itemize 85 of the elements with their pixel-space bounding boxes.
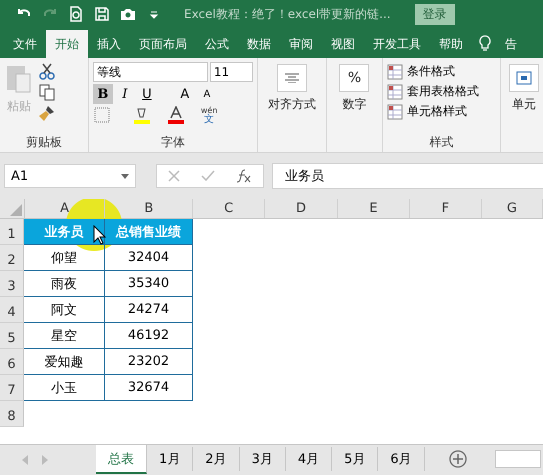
add-sheet-icon[interactable] [448,450,467,468]
table-cell: 雨夜 [24,271,105,297]
sheet-tab[interactable]: 5月 [332,447,378,471]
caret-icon [121,174,129,178]
camera-icon[interactable] [120,6,136,22]
phonetic-button[interactable]: wén 文 [200,106,218,124]
ribbon-tab[interactable]: 开发工具 [364,30,430,58]
row-header[interactable]: 4 [0,297,24,323]
column-header[interactable]: C [193,199,266,218]
table-cell: 爱知趣 [24,349,105,375]
group-label: 样式 [428,134,455,151]
row-header[interactable]: 5 [0,323,24,349]
ribbon-tab[interactable]: 插入 [88,30,130,58]
window-title: Excel教程：绝了！excel带更新的链... [184,6,391,22]
ribbon-tab[interactable]: 数据 [238,30,280,58]
horizontal-scrollbar[interactable] [494,450,541,468]
styles-menu-button[interactable]: 单元格样式 [387,102,496,121]
ribbon-tab[interactable]: 帮助 [430,30,472,58]
align-lines-icon [284,73,299,83]
function-icon[interactable] [236,169,252,183]
ribbon-tab[interactable]: 告 [496,30,526,58]
ribbon-tab[interactable]: 审阅 [280,30,322,58]
column-header[interactable]: D [265,199,338,218]
font-name-field[interactable]: 等线 [92,62,208,82]
table-cell: 46192 [105,323,193,349]
cursor-icon [93,225,107,245]
shrink-font-button[interactable]: A [196,84,217,104]
grow-font-button[interactable]: A [174,84,195,104]
header-cell: 业务员 [24,219,105,245]
sheet-tab[interactable]: 1月 [147,447,194,471]
lightbulb-icon[interactable] [478,35,492,53]
row-header[interactable]: 7 [0,375,24,401]
sheet-tab[interactable]: 2月 [193,447,240,471]
header-cell: 总销售业绩 [105,219,193,245]
group-label: 字体 [160,134,186,151]
ribbon-tab[interactable]: 开始 [46,30,88,58]
styles-menu-button[interactable]: 条件格式 [387,62,496,81]
table-cell: 32404 [105,245,193,271]
underline-button[interactable]: U [136,84,157,104]
row-header[interactable]: 1 [0,219,24,245]
row-header[interactable]: 6 [0,349,24,375]
check-icon[interactable] [200,170,215,182]
table-cell: 阿文 [24,297,105,323]
sheet-tab[interactable]: 3月 [240,447,286,471]
login-button[interactable]: 登录 [414,4,455,24]
table-cell: 小玉 [24,375,105,401]
ribbon-tab[interactable]: 文件 [4,30,46,58]
ribbon-tab[interactable]: 公式 [196,30,238,58]
font-color-icon[interactable] [166,106,185,124]
group-label: 剪贴板 [24,134,63,151]
row-header[interactable]: 2 [0,245,24,271]
scissors-icon[interactable] [38,62,56,80]
bold-button[interactable]: B [92,84,113,104]
save-icon[interactable] [94,6,110,22]
table-format-icon [387,84,404,100]
cells-icon [516,71,532,85]
copy-icon[interactable] [38,83,56,101]
alignment-button[interactable]: 对齐方式 [262,62,322,115]
sheet-tab[interactable]: 6月 [378,447,425,471]
table-cell: 32674 [105,375,193,401]
row-header[interactable]: 8 [0,401,24,427]
name-box[interactable]: A1 [4,164,136,188]
sheet-tab[interactable]: 总表 [96,445,147,474]
table-cell: 35340 [105,271,193,297]
row-header[interactable]: 3 [0,271,24,297]
number-button[interactable]: % 数字 [333,62,376,115]
border-icon[interactable] [92,106,111,124]
table-format-icon [387,64,404,80]
italic-button[interactable]: I [114,84,135,104]
styles-menu-button[interactable]: 套用表格格式 [387,82,496,101]
fill-color-icon[interactable] [132,106,151,124]
ribbon-tab[interactable]: 页面布局 [130,30,196,58]
table-cell: 23202 [105,349,193,375]
font-size-field[interactable]: 11 [210,62,253,82]
formula-field[interactable]: 业务员 [272,163,543,189]
table-cell: 星空 [24,323,105,349]
brush-icon[interactable] [38,104,56,122]
ribbon-tab[interactable]: 视图 [322,30,364,58]
table-cell: 24274 [105,297,193,323]
table-format-icon [387,104,404,120]
column-header[interactable]: F [410,199,482,218]
sheet-tab[interactable]: 4月 [286,447,332,471]
column-header[interactable]: G [482,199,543,218]
column-header[interactable]: E [338,199,410,218]
print-preview-icon[interactable] [68,6,84,22]
